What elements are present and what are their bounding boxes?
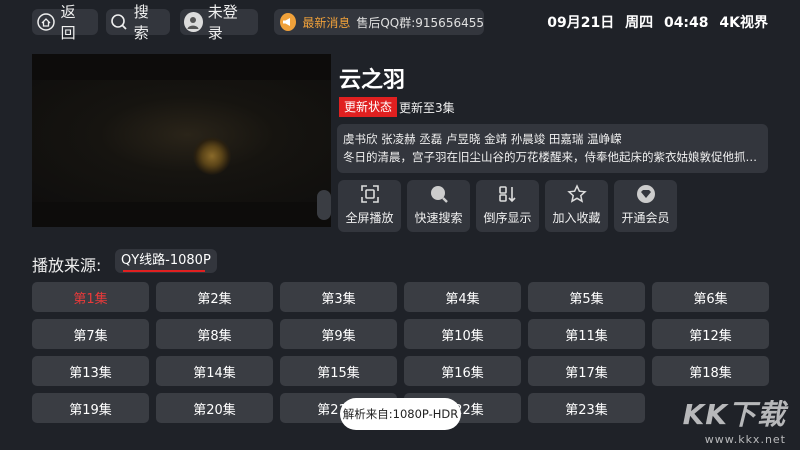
episode-button[interactable]: 第15集 xyxy=(280,356,397,386)
episode-button[interactable]: 第5集 xyxy=(528,282,645,312)
vip-button[interactable]: 开通会员 xyxy=(614,180,677,232)
search-button[interactable]: 搜索 xyxy=(106,3,170,42)
source-underline xyxy=(123,270,205,272)
back-button[interactable]: 返回 xyxy=(32,3,98,42)
episode-button[interactable]: 第13集 xyxy=(32,356,149,386)
episode-button[interactable]: 第10集 xyxy=(404,319,521,349)
search-icon xyxy=(110,12,129,32)
add-favorite-button[interactable]: 加入收藏 xyxy=(545,180,608,232)
synopsis: 冬日的清晨，宫子羽在旧尘山谷的万花楼醒来，侍奉他起床的紫衣姑娘敦促他抓紧... xyxy=(343,150,762,164)
status-badge: 更新状态 xyxy=(339,97,398,117)
player-scroll-handle[interactable] xyxy=(317,190,331,220)
search-label: 搜索 xyxy=(133,3,149,42)
watermark-url: www.kkx.net xyxy=(704,433,786,446)
fullscreen-button[interactable]: 全屏播放 xyxy=(338,180,401,232)
date: 09月21日 xyxy=(547,15,615,31)
episode-button[interactable]: 第3集 xyxy=(280,282,397,312)
toast-message: 解析来自:1080P-HDR xyxy=(340,398,461,430)
login-button[interactable]: 未登录 xyxy=(180,3,258,42)
episode-button[interactable]: 第7集 xyxy=(32,319,149,349)
episode-button[interactable]: 第11集 xyxy=(528,319,645,349)
login-label: 未登录 xyxy=(207,3,238,42)
quick-search-button[interactable]: 快速搜索 xyxy=(407,180,470,232)
video-player[interactable] xyxy=(32,54,331,227)
episode-button[interactable]: 第4集 xyxy=(404,282,521,312)
episode-button[interactable]: 第6集 xyxy=(652,282,769,312)
date-time: 09月21日 周四 04:48 4K视界 xyxy=(541,12,768,32)
status-text: 更新至3集 xyxy=(399,101,455,115)
brand-name: 4K视界 xyxy=(719,15,768,31)
episode-button[interactable]: 第16集 xyxy=(404,356,521,386)
description-box: 虞书欣 张凌赫 丞磊 卢昱晓 金靖 孙晨竣 田嘉瑞 温峥嵘 冬日的清晨，宫子羽在… xyxy=(337,124,768,173)
video-title: 云之羽 xyxy=(339,68,406,93)
cast-list: 虞书欣 张凌赫 丞磊 卢昱晓 金靖 孙晨竣 田嘉瑞 温峥嵘 xyxy=(343,132,622,146)
home-icon xyxy=(36,12,56,32)
episode-button[interactable]: 第19集 xyxy=(32,393,149,423)
star-icon xyxy=(566,183,588,205)
episode-button[interactable]: 第8集 xyxy=(156,319,273,349)
search-icon xyxy=(428,183,450,205)
video-frame xyxy=(32,80,331,202)
watermark: KK下载 www.kkx.net xyxy=(683,393,786,446)
episode-button[interactable]: 第17集 xyxy=(528,356,645,386)
episode-button[interactable]: 第1集 xyxy=(32,282,149,312)
news-text: 售后QQ群:915656455 xyxy=(356,15,484,30)
episode-button[interactable]: 第23集 xyxy=(528,393,645,423)
fullscreen-icon xyxy=(359,183,381,205)
back-label: 返回 xyxy=(60,3,76,42)
news-label: 最新消息 xyxy=(302,15,351,30)
megaphone-icon xyxy=(280,13,297,31)
episode-button[interactable]: 第2集 xyxy=(156,282,273,312)
reverse-order-button[interactable]: 倒序显示 xyxy=(476,180,539,232)
watermark-logo: KK下载 xyxy=(682,398,786,431)
episode-button[interactable]: 第18集 xyxy=(652,356,769,386)
source-label: 播放来源: xyxy=(32,256,102,275)
user-avatar-icon xyxy=(184,12,203,32)
vip-label: 开通会员 xyxy=(621,211,670,225)
add-favorite-label: 加入收藏 xyxy=(552,211,601,225)
weekday: 周四 xyxy=(625,15,654,31)
quick-search-label: 快速搜索 xyxy=(414,211,463,225)
fullscreen-label: 全屏播放 xyxy=(345,211,394,225)
time: 04:48 xyxy=(663,15,709,31)
episode-button[interactable]: 第20集 xyxy=(156,393,273,423)
episode-button[interactable]: 第9集 xyxy=(280,319,397,349)
top-bar: 返回 搜索 未登录 最新消息 售后QQ群:915656455 09月21日 周四… xyxy=(0,0,800,44)
episode-button[interactable]: 第12集 xyxy=(652,319,769,349)
reverse-order-label: 倒序显示 xyxy=(483,211,532,225)
news-ticker: 最新消息 售后QQ群:915656455 xyxy=(274,9,484,35)
episode-button[interactable]: 第14集 xyxy=(156,356,273,386)
video-content xyxy=(192,137,232,175)
sort-icon xyxy=(497,183,519,205)
vip-icon xyxy=(635,183,657,205)
